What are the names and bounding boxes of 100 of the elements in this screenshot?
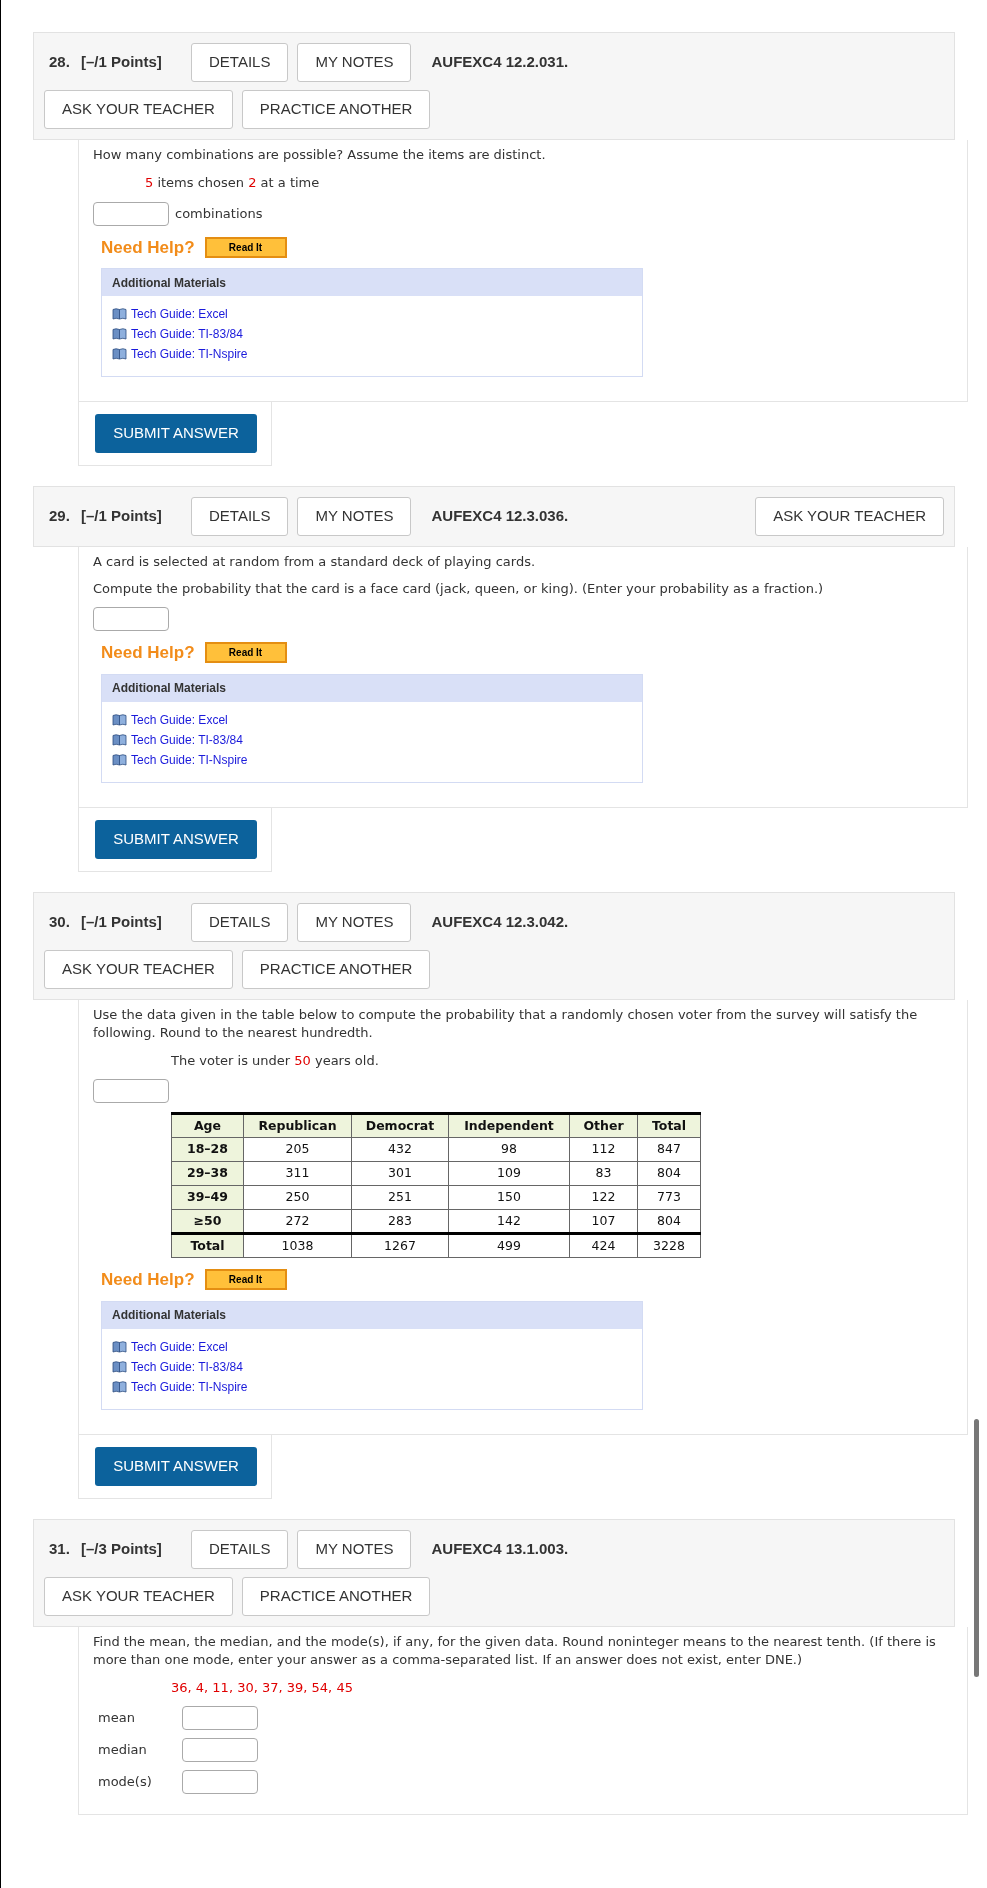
book-icon <box>112 753 127 766</box>
table-cell: 499 <box>448 1233 570 1258</box>
row-header: Total <box>171 1233 244 1258</box>
book-icon <box>112 308 127 320</box>
row-header: 29–38 <box>171 1161 244 1186</box>
answer-field[interactable] <box>93 607 169 631</box>
tech-guide-link[interactable]: Tech Guide: TI-83/84 <box>131 326 243 342</box>
field-label: mean <box>98 1709 136 1728</box>
panel-title: Additional Materials <box>102 269 642 296</box>
need-help-label: Need Help? <box>101 642 195 664</box>
row-header: 18–28 <box>171 1137 244 1162</box>
table-cell: 424 <box>569 1233 638 1258</box>
header-button[interactable]: ASK YOUR TEACHER <box>44 1576 233 1616</box>
submit-button[interactable]: SUBMIT ANSWER <box>95 819 257 859</box>
read-it-button[interactable]: Read It <box>204 1269 287 1291</box>
table-cell: 773 <box>637 1185 701 1210</box>
need-help-label: Need Help? <box>101 236 195 259</box>
row-header: 39–49 <box>171 1185 244 1210</box>
table-cell: 83 <box>569 1161 638 1186</box>
book-icon <box>112 328 127 340</box>
panel-title: Additional Materials <box>102 1301 642 1329</box>
panel-title: Additional Materials <box>102 674 642 702</box>
header-button[interactable]: MY NOTES <box>297 1529 412 1569</box>
header-button[interactable]: ASK YOUR TEACHER <box>755 497 944 536</box>
read-it-button[interactable]: Read It <box>204 642 287 664</box>
submit-button[interactable]: SUBMIT ANSWER <box>95 1446 257 1486</box>
book-icon <box>112 1340 127 1353</box>
header-button[interactable]: PRACTICE ANOTHER <box>241 949 431 989</box>
answer-field[interactable] <box>182 1738 258 1762</box>
tech-guide-link[interactable]: Tech Guide: Excel <box>131 306 228 322</box>
tech-guide-link[interactable]: Tech Guide: Excel <box>131 711 228 728</box>
table-cell: 1038 <box>243 1233 352 1258</box>
points-label: [–/1 Points] <box>81 52 163 73</box>
header-button[interactable]: PRACTICE ANOTHER <box>241 90 431 129</box>
question-text: Use the data given in the table below to compute the probability that a randomly chosen voter from the survey will satisfy the following. Round to the nearest hundredth. <box>93 1005 919 1042</box>
header-button[interactable]: MY NOTES <box>297 902 412 942</box>
tech-guide-link[interactable]: Tech Guide: TI-Nspire <box>131 346 248 362</box>
header-button[interactable]: DETAILS <box>191 497 289 536</box>
question-number: 30. <box>48 911 71 932</box>
row-header: ≥50 <box>171 1209 244 1234</box>
given-values: The voter is under 50 years old. <box>170 1051 380 1070</box>
book-icon <box>112 733 127 746</box>
question-text: How many combinations are possible? Assume the items are distinct. <box>93 146 547 164</box>
tech-guide-link[interactable]: Tech Guide: TI-Nspire <box>131 751 248 768</box>
table-cell: 432 <box>351 1137 449 1162</box>
given-values: 5 items chosen 2 at a time <box>144 174 321 192</box>
table-cell: 250 <box>243 1185 352 1210</box>
field-label: mode(s) <box>98 1773 153 1792</box>
book-icon <box>112 348 127 360</box>
points-label: [–/1 Points] <box>81 506 163 527</box>
table-cell: 205 <box>243 1137 352 1162</box>
table-cell: 3228 <box>637 1233 701 1258</box>
header-button[interactable]: DETAILS <box>191 43 289 82</box>
question-text: Find the mean, the median, and the mode(s), if any, for the given data. Round noninteger means to the nearest tenth. (If there is more than one mode, enter your answer as a comma-separated list. If an answer does not exist, enter DNE.) <box>93 1632 937 1669</box>
table-cell: 311 <box>243 1161 352 1186</box>
answer-field[interactable] <box>93 201 169 226</box>
points-label: [–/3 Points] <box>81 1538 163 1559</box>
table-cell: 122 <box>569 1185 638 1210</box>
book-icon <box>112 1360 127 1373</box>
problem-code: AUFEXC4 12.2.031. <box>431 52 569 73</box>
table-cell: 112 <box>569 1137 638 1162</box>
need-help-label: Need Help? <box>101 1269 195 1291</box>
problem-code: AUFEXC4 13.1.003. <box>431 1538 569 1559</box>
header-button[interactable]: DETAILS <box>191 902 289 942</box>
question-number: 28. <box>48 52 71 73</box>
problem-code: AUFEXC4 12.3.036. <box>431 506 569 527</box>
column-header: Other <box>569 1113 638 1138</box>
table-cell: 1267 <box>351 1233 449 1258</box>
table-cell: 301 <box>351 1161 449 1186</box>
header-button[interactable]: MY NOTES <box>297 43 412 82</box>
given-values: 36, 4, 11, 30, 37, 39, 54, 45 <box>170 1678 354 1697</box>
field-suffix: combinations <box>175 204 263 223</box>
tech-guide-link[interactable]: Tech Guide: TI-83/84 <box>131 1358 243 1375</box>
points-label: [–/1 Points] <box>81 911 163 932</box>
tech-guide-link[interactable]: Tech Guide: Excel <box>131 1338 228 1355</box>
table-cell: 98 <box>448 1137 570 1162</box>
question-text: A card is selected at random from a standard deck of playing cards. <box>93 553 537 571</box>
answer-field[interactable] <box>93 1079 169 1103</box>
table-cell: 109 <box>448 1161 570 1186</box>
submit-button[interactable]: SUBMIT ANSWER <box>95 414 257 453</box>
header-button[interactable]: MY NOTES <box>297 497 412 536</box>
header-button[interactable]: ASK YOUR TEACHER <box>44 90 233 129</box>
answer-field[interactable] <box>182 1706 258 1730</box>
table-cell: 251 <box>351 1185 449 1210</box>
table-cell: 847 <box>637 1137 701 1162</box>
question-number: 31. <box>48 1538 71 1559</box>
table-cell: 804 <box>637 1161 701 1186</box>
read-it-button[interactable]: Read It <box>204 236 287 258</box>
answer-field[interactable] <box>182 1770 258 1794</box>
column-header: Democrat <box>351 1113 449 1138</box>
book-icon <box>112 713 127 726</box>
table-cell: 150 <box>448 1185 570 1210</box>
question-text: Compute the probability that the card is a face card (jack, queen, or king). (Enter your probability as a fraction.) <box>93 580 825 598</box>
tech-guide-link[interactable]: Tech Guide: TI-83/84 <box>131 731 243 748</box>
header-button[interactable]: PRACTICE ANOTHER <box>241 1576 431 1616</box>
tech-guide-link[interactable]: Tech Guide: TI-Nspire <box>131 1378 248 1395</box>
question-number: 29. <box>48 506 71 527</box>
header-button[interactable]: DETAILS <box>191 1529 289 1569</box>
header-button[interactable]: ASK YOUR TEACHER <box>44 949 233 989</box>
book-icon <box>112 1380 127 1393</box>
